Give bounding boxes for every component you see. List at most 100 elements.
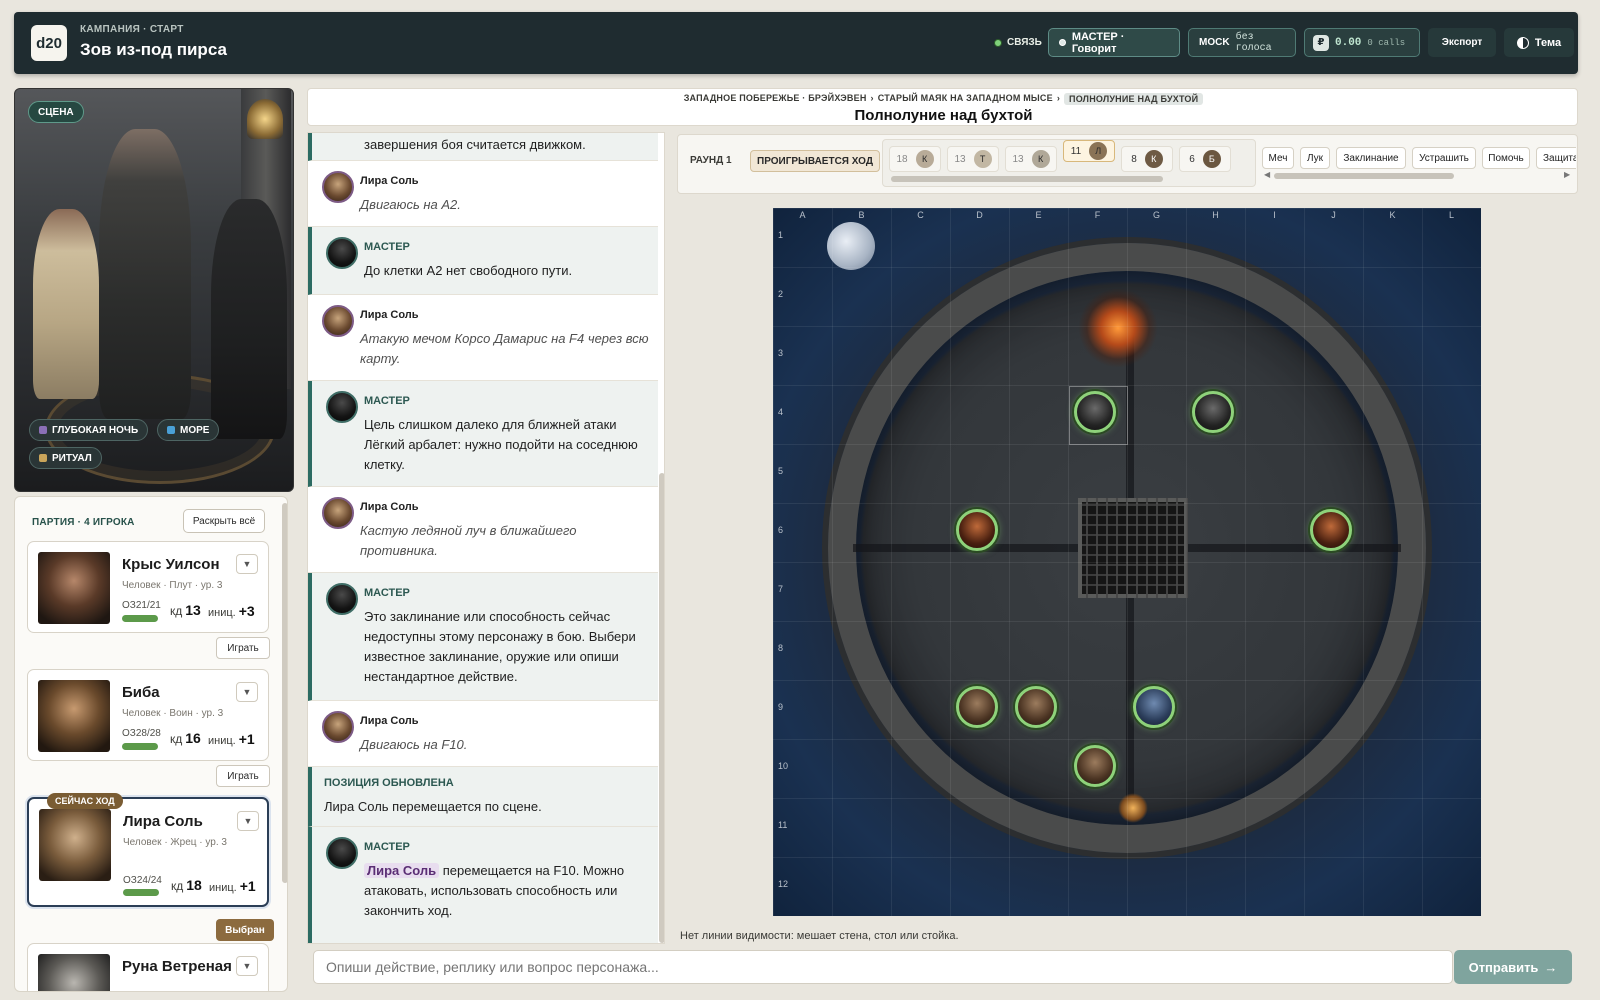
logo: d20: [31, 25, 67, 61]
member-name: Биба: [122, 684, 160, 701]
chat-message-master: МАСТЕР До клетки A2 нет свободного пути.: [308, 227, 658, 295]
member-initiative: иниц. +3: [208, 603, 255, 619]
page-title: Полнолуние над бухтой: [854, 107, 1033, 124]
map-token[interactable]: [1073, 390, 1116, 433]
action-spell-button[interactable]: Заклинание: [1336, 147, 1406, 169]
chevron-down-icon[interactable]: ▼: [237, 811, 259, 831]
member-name: Руна Ветреная: [122, 958, 232, 975]
column-label: D: [976, 210, 983, 220]
theme-icon: [1516, 36, 1529, 49]
initiative-value: 11: [1070, 145, 1082, 157]
hp-bar: [123, 889, 159, 896]
connection-label: СВЯЗЬ: [1007, 37, 1042, 48]
chevron-down-icon[interactable]: ▼: [236, 682, 258, 702]
cost-counter: ₽ 0.00 0 calls: [1304, 28, 1420, 57]
avatar: [38, 552, 110, 624]
expand-all-button[interactable]: Раскрыть всё: [183, 509, 265, 533]
avatar: [322, 497, 354, 529]
avatar: [322, 305, 354, 337]
message-text: Двигаюсь на A2.: [360, 197, 461, 212]
token-icon: Б: [1202, 150, 1221, 168]
chat-log[interactable]: завершения боя считается движком. Лира С…: [307, 132, 665, 944]
map-token[interactable]: [955, 508, 998, 551]
member-class: Человек · Воин · ур. 3: [122, 708, 224, 719]
chat-input[interactable]: [313, 950, 1453, 984]
master-status-button[interactable]: МАСТЕР · Говорит: [1048, 28, 1180, 57]
character-mention: Лира Соль: [364, 863, 440, 878]
action-intimidate-button[interactable]: Устрашить: [1412, 147, 1476, 169]
chat-message-master: МАСТЕР Цель слишком далеко для ближней а…: [308, 381, 658, 487]
map-token[interactable]: [1073, 744, 1116, 787]
party-member-card[interactable]: Руна Ветреная ▼: [27, 943, 269, 991]
column-label: G: [1152, 210, 1160, 220]
party-scrollbar[interactable]: [282, 503, 287, 883]
chat-input-bar: Отправить →: [307, 950, 1578, 994]
avatar: [39, 809, 111, 881]
scroll-thumb[interactable]: [1274, 173, 1454, 179]
action-defend-button[interactable]: Защита: [1536, 147, 1576, 169]
member-initiative: иниц. +1: [209, 878, 256, 894]
chat-scrollbar[interactable]: [659, 473, 664, 943]
message-text: Двигаюсь на F10.: [360, 737, 468, 752]
initiative-tracker[interactable]: 18 К 13 Т 13 К 11 Л 8 К 6 Б: [882, 139, 1256, 187]
initiative-entry[interactable]: 13 К: [1005, 146, 1057, 172]
breadcrumb-item[interactable]: ЗАПАДНОЕ ПОБЕРЕЖЬЕ · БРЭЙХЭВЕН: [684, 93, 867, 105]
theme-label: Тема: [1534, 36, 1562, 49]
theme-button[interactable]: Тема: [1504, 28, 1574, 57]
status-dot-icon: [994, 38, 1002, 47]
scroll-left-icon[interactable]: ◀: [1264, 170, 1270, 179]
action-bow-button[interactable]: Лук: [1300, 147, 1330, 169]
scene-header: ЗАПАДНОЕ ПОБЕРЕЖЬЕ · БРЭЙХЭВЕН › СТАРЫЙ …: [307, 88, 1578, 126]
initiative-scrollbar[interactable]: [891, 176, 1163, 182]
turn-playing-status: ПРОИГРЫВАЕТСЯ ХОД: [750, 150, 880, 172]
party-member-card[interactable]: Биба Человек · Воин · ур. 3 ОЗ28/28 кд 16…: [27, 669, 269, 761]
map-token[interactable]: [1309, 508, 1352, 551]
action-help-button[interactable]: Помочь: [1482, 147, 1530, 169]
initiative-entry[interactable]: 18 К: [889, 146, 941, 172]
message-author: МАСТЕР: [364, 395, 410, 407]
map-token[interactable]: [1014, 685, 1057, 728]
export-button[interactable]: Экспорт: [1428, 28, 1496, 57]
send-button[interactable]: Отправить →: [1454, 950, 1572, 984]
row-label: 4: [778, 407, 784, 417]
play-button[interactable]: Играть: [216, 765, 270, 787]
map-token[interactable]: [1132, 685, 1175, 728]
map-token[interactable]: [955, 685, 998, 728]
map-grid[interactable]: [773, 208, 1481, 916]
token-icon: Л: [1089, 142, 1108, 160]
message-text: Кастую ледяной луч в ближайшего противни…: [360, 523, 577, 558]
avatar: [326, 837, 358, 869]
initiative-value: 13: [1012, 153, 1024, 165]
column-label: J: [1331, 210, 1336, 220]
connection-status: СВЯЗЬ: [994, 28, 1042, 57]
mock-mode-button[interactable]: MOCK без голоса: [1188, 28, 1296, 57]
member-hp: ОЗ24/24: [123, 875, 162, 886]
member-hp: ОЗ21/21: [122, 600, 161, 611]
member-ac: кд 13: [170, 602, 201, 618]
avatar: [38, 680, 110, 752]
party-member-card[interactable]: Крыс Уилсон Человек · Плут · ур. 3 ОЗ21/…: [27, 541, 269, 633]
initiative-entry-active[interactable]: 11 Л: [1063, 140, 1115, 162]
chevron-down-icon[interactable]: ▼: [236, 956, 258, 976]
selected-button[interactable]: Выбран: [216, 919, 274, 941]
breadcrumb-item[interactable]: СТАРЫЙ МАЯК НА ЗАПАДНОМ МЫСЕ: [878, 93, 1053, 105]
chat-message-position-update: ПОЗИЦИЯ ОБНОВЛЕНА Лира Соль перемещается…: [308, 767, 658, 827]
initiative-entry[interactable]: 8 К: [1121, 146, 1173, 172]
chevron-down-icon[interactable]: ▼: [236, 554, 258, 574]
map-token[interactable]: [1191, 390, 1234, 433]
column-label: B: [858, 210, 865, 220]
initiative-entry[interactable]: 6 Б: [1179, 146, 1231, 172]
message-text: До клетки A2 нет свободного пути.: [364, 263, 573, 278]
initiative-entry[interactable]: 13 Т: [947, 146, 999, 172]
row-label: 1: [778, 230, 784, 240]
action-sword-button[interactable]: Меч: [1262, 147, 1294, 169]
chip-label: ГЛУБОКАЯ НОЧЬ: [52, 424, 139, 436]
scroll-right-icon[interactable]: ▶: [1564, 170, 1570, 179]
row-label: 6: [778, 525, 784, 535]
actions-scrollbar[interactable]: ◀ ▶: [1264, 170, 1574, 179]
play-button[interactable]: Играть: [216, 637, 270, 659]
message-text: завершения боя считается движком.: [364, 137, 586, 152]
row-label: 8: [778, 643, 784, 653]
calls-count: 0 calls: [1367, 37, 1406, 48]
party-member-card-active[interactable]: Лира Соль Человек · Жрец · ур. 3 ОЗ24/24…: [27, 797, 269, 907]
